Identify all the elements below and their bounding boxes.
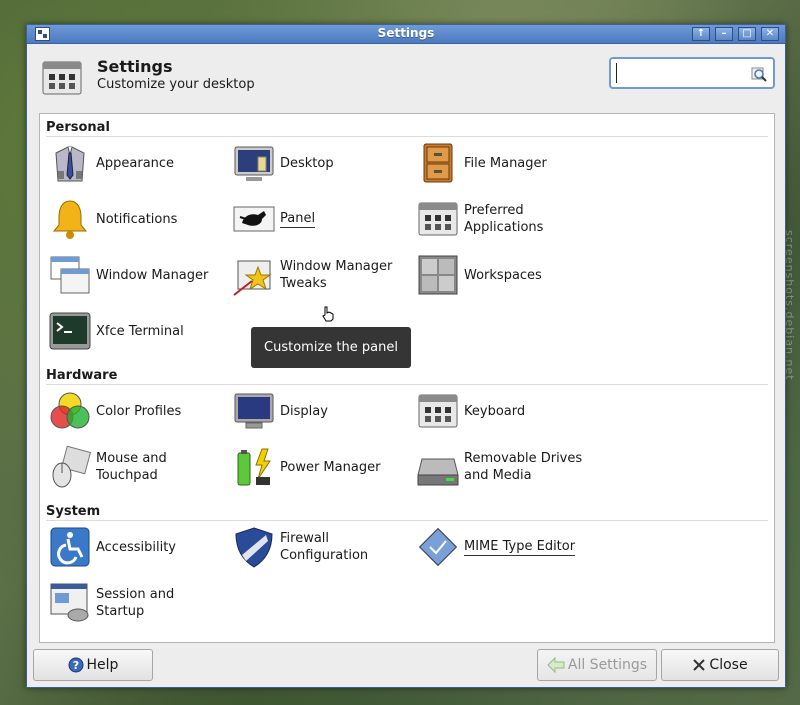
- item-keyboard[interactable]: Keyboard: [414, 386, 594, 436]
- close-window-button[interactable]: ✕: [761, 27, 779, 41]
- item-desktop[interactable]: Desktop: [230, 138, 410, 188]
- item-removable-drives[interactable]: Removable Drives and Media: [414, 442, 594, 492]
- header: Settings Customize your desktop: [27, 44, 785, 118]
- item-mime-type-editor[interactable]: MIME Type Editor: [414, 522, 594, 572]
- item-label: Accessibility: [96, 539, 176, 555]
- keyboard-icon: [418, 394, 458, 428]
- settings-window: Settings ↑ – □ ✕ Settings Customize your…: [26, 24, 786, 688]
- tooltip: Customize the panel: [251, 327, 411, 368]
- terminal-icon: [49, 312, 91, 350]
- help-label: Help: [86, 657, 119, 673]
- item-notifications[interactable]: Notifications: [46, 194, 226, 244]
- hand-cursor-icon: [322, 306, 334, 322]
- window-manager-icon: [50, 256, 90, 294]
- appearance-icon: [55, 146, 85, 182]
- section-hardware-title: Hardware: [46, 368, 118, 383]
- section-personal-title: Personal: [46, 120, 110, 135]
- item-session-startup[interactable]: Session and Startup: [46, 578, 226, 628]
- desktop-icon: [234, 146, 274, 181]
- item-label: Window Manager: [96, 267, 209, 283]
- help-button[interactable]: ? Help: [33, 649, 153, 681]
- mime-editor-icon: [418, 527, 458, 567]
- window-title: Settings: [377, 26, 435, 40]
- settings-logo-icon: [42, 61, 82, 95]
- item-window-manager[interactable]: Window Manager: [46, 250, 226, 300]
- minimize-button[interactable]: –: [715, 27, 733, 41]
- item-label: Firewall Configuration: [280, 531, 369, 563]
- item-appearance[interactable]: Appearance: [46, 138, 226, 188]
- shield-icon: [235, 527, 273, 568]
- item-label: Xfce Terminal: [96, 323, 184, 339]
- item-label: MIME Type Editor: [464, 539, 576, 556]
- section-divider: [46, 136, 768, 137]
- preferred-applications-icon: [418, 202, 458, 236]
- item-firewall[interactable]: Firewall Configuration: [230, 522, 410, 572]
- item-mouse-touchpad[interactable]: Mouse and Touchpad: [46, 442, 226, 492]
- section-divider: [46, 520, 768, 521]
- display-icon: [234, 393, 274, 429]
- item-label: Keyboard: [464, 403, 526, 419]
- item-label: File Manager: [464, 155, 547, 171]
- accessibility-icon: [50, 527, 90, 567]
- item-label: Removable Drives and Media: [464, 451, 583, 483]
- item-label: Workspaces: [464, 267, 542, 283]
- item-file-manager[interactable]: File Manager: [414, 138, 594, 188]
- item-display[interactable]: Display: [230, 386, 410, 436]
- item-label: Desktop: [280, 155, 334, 171]
- close-icon: [693, 659, 706, 671]
- item-workspaces[interactable]: Workspaces: [414, 250, 594, 300]
- item-label: Session and Startup: [96, 587, 175, 619]
- close-label: Close: [709, 657, 748, 673]
- item-power-manager[interactable]: Power Manager: [230, 442, 410, 492]
- mouse-icon: [52, 445, 92, 488]
- file-cabinet-icon: [423, 143, 453, 183]
- workspaces-icon: [418, 255, 458, 295]
- item-label: Notifications: [96, 211, 178, 227]
- item-panel[interactable]: Panel: [230, 194, 410, 244]
- search-box[interactable]: [609, 57, 775, 89]
- search-icon[interactable]: [751, 66, 767, 82]
- battery-icon: [237, 448, 271, 486]
- item-label: Mouse and Touchpad: [96, 451, 167, 483]
- page-subtitle: Customize your desktop: [97, 77, 255, 92]
- item-color-profiles[interactable]: Color Profiles: [46, 386, 226, 436]
- item-label: Window Manager Tweaks: [280, 259, 393, 291]
- item-window-manager-tweaks[interactable]: Window Manager Tweaks: [230, 250, 410, 300]
- back-arrow-icon: [547, 657, 565, 673]
- shade-button[interactable]: ↑: [692, 27, 710, 41]
- all-settings-button[interactable]: All Settings: [537, 649, 657, 681]
- svg-text:?: ?: [72, 659, 78, 672]
- item-label: Preferred Applications: [464, 203, 544, 235]
- item-accessibility[interactable]: Accessibility: [46, 522, 226, 572]
- session-icon: [50, 583, 89, 622]
- page-title: Settings: [97, 57, 173, 76]
- window-tweaks-icon: [233, 260, 272, 296]
- item-preferred-applications[interactable]: Preferred Applications: [414, 194, 594, 244]
- item-label: Color Profiles: [96, 403, 182, 419]
- panel-icon: [233, 206, 275, 232]
- drive-icon: [417, 458, 459, 486]
- item-label: Power Manager: [280, 459, 381, 475]
- item-label: Panel: [280, 211, 316, 228]
- item-label: Appearance: [96, 155, 175, 171]
- section-system-title: System: [46, 504, 101, 519]
- help-icon: ?: [68, 657, 84, 673]
- all-settings-label: All Settings: [567, 657, 648, 673]
- settings-panel: Personal Appearance Desktop File Manager…: [39, 113, 775, 643]
- section-divider: [46, 384, 768, 385]
- title-bar[interactable]: Settings ↑ – □ ✕: [27, 25, 785, 44]
- item-label: Display: [280, 403, 328, 419]
- maximize-button[interactable]: □: [738, 27, 756, 41]
- item-xfce-terminal[interactable]: Xfce Terminal: [46, 306, 226, 356]
- color-profiles-icon: [50, 392, 90, 429]
- search-input[interactable]: [616, 63, 746, 83]
- bell-icon: [52, 200, 88, 239]
- close-button[interactable]: Close: [661, 649, 779, 681]
